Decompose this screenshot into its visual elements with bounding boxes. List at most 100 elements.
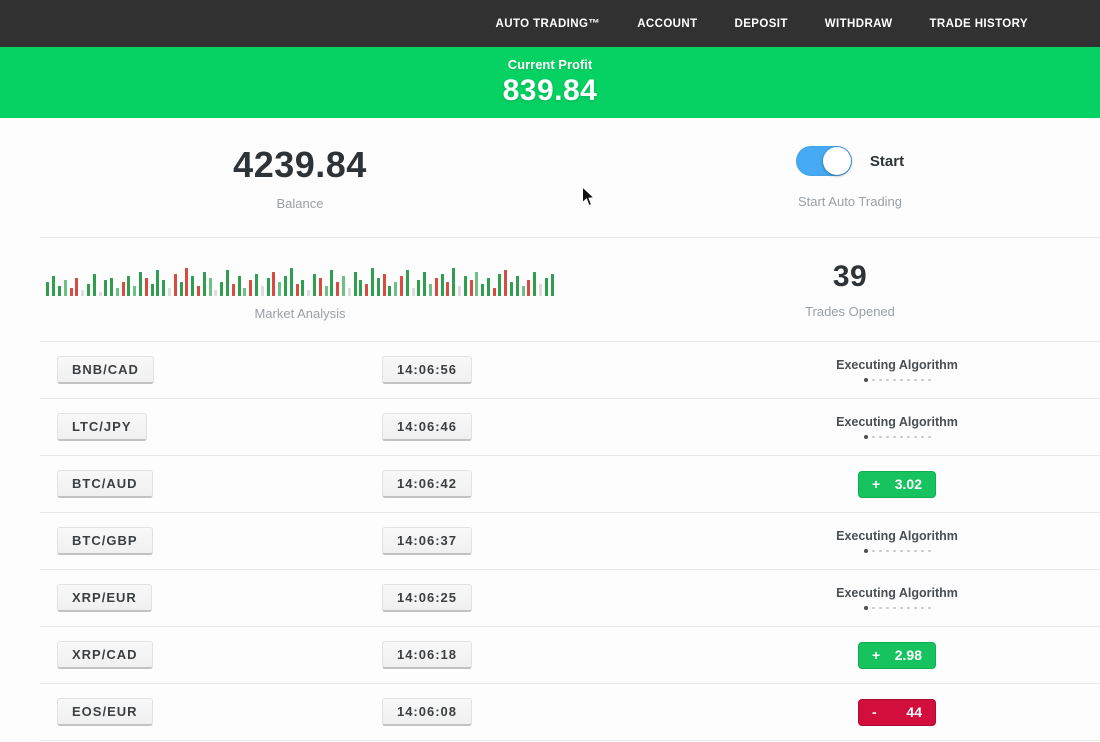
candle-bar [261, 286, 264, 296]
executing-algorithm-label: Executing Algorithm [836, 415, 958, 429]
market-analysis-label: Market Analysis [254, 306, 345, 321]
candle-bar [58, 286, 61, 296]
candle-bar [104, 280, 107, 296]
progress-dot [907, 607, 910, 610]
candle-bar [441, 274, 444, 296]
candle-bar [93, 274, 96, 296]
candle-bar [348, 288, 351, 296]
pair-button[interactable]: BTC/AUD [57, 470, 153, 498]
candle-bar [388, 286, 391, 296]
candle-bar [70, 288, 73, 296]
executing-algorithm-label: Executing Algorithm [836, 529, 958, 543]
balance-block: 4239.84 Balance [0, 144, 600, 211]
candle-bar [522, 286, 525, 296]
candle-bar [255, 274, 258, 296]
pair-button[interactable]: EOS/EUR [57, 698, 153, 726]
progress-dot [872, 607, 875, 610]
candle-bar [122, 282, 125, 296]
progress-dot [921, 607, 924, 610]
candle-bar [116, 288, 119, 296]
progress-dot [907, 379, 910, 382]
market-analysis-block: Market Analysis [0, 258, 600, 321]
progress-dot [921, 550, 924, 553]
candle-bar [446, 282, 449, 296]
candle-bar [406, 270, 409, 296]
candle-bar [371, 268, 374, 296]
progress-dot [914, 550, 917, 553]
candle-bar [278, 282, 281, 296]
candle-bar [162, 280, 165, 296]
progress-dot [921, 379, 924, 382]
trade-status: +3.02 [694, 471, 1100, 498]
candle-bar [527, 280, 530, 296]
pair-button[interactable]: BTC/GBP [57, 527, 153, 555]
auto-trading-toggle[interactable] [796, 146, 852, 176]
executing-progress-dots [864, 378, 931, 382]
candle-bar [307, 290, 310, 296]
time-button[interactable]: 14:06:37 [382, 527, 472, 555]
time-button[interactable]: 14:06:25 [382, 584, 472, 612]
progress-dot [928, 550, 931, 553]
time-button[interactable]: 14:06:42 [382, 470, 472, 498]
candle-bar [46, 282, 49, 296]
auto-trading-block: Start Start Auto Trading [600, 146, 1100, 209]
balance-value: 4239.84 [233, 144, 367, 186]
candle-bar [191, 276, 194, 296]
candle-bar [470, 280, 473, 296]
trades-table: BNB/CAD 14:06:56 Executing Algorithm LTC… [0, 342, 1100, 741]
trade-row: BTC/GBP 14:06:37 Executing Algorithm [0, 513, 1100, 569]
nav-item-auto-trading[interactable]: AUTO TRADING™ [496, 18, 601, 30]
pair-button[interactable]: LTC/JPY [57, 413, 147, 441]
candle-bar [487, 278, 490, 296]
nav-item-trade-history[interactable]: TRADE HISTORY [930, 18, 1029, 30]
candle-bar [145, 278, 148, 296]
pair-button[interactable]: XRP/EUR [57, 584, 152, 612]
time-button[interactable]: 14:06:18 [382, 641, 472, 669]
current-profit-value: 839.84 [503, 74, 598, 108]
trade-row: LTC/JPY 14:06:46 Executing Algorithm [0, 399, 1100, 455]
progress-dot [928, 379, 931, 382]
trades-opened-value: 39 [833, 260, 867, 294]
executing-progress-dots [864, 606, 931, 610]
candle-bar [209, 278, 212, 296]
row-divider [40, 740, 1100, 741]
pair-button[interactable]: BNB/CAD [57, 356, 154, 384]
nav-item-account[interactable]: ACCOUNT [637, 18, 697, 30]
badge-value: 2.98 [895, 647, 922, 663]
time-button[interactable]: 14:06:46 [382, 413, 472, 441]
candle-bar [75, 278, 78, 296]
progress-dot [886, 550, 889, 553]
candle-bar [52, 276, 55, 296]
progress-dot [928, 436, 931, 439]
trade-status: +2.98 [694, 642, 1100, 669]
candle-bar [539, 284, 542, 296]
progress-dot [886, 607, 889, 610]
executing-algorithm-label: Executing Algorithm [836, 586, 958, 600]
candle-bar [475, 272, 478, 296]
candle-bar [133, 286, 136, 296]
progress-dot [928, 607, 931, 610]
progress-dot [900, 436, 903, 439]
candle-bar [510, 282, 513, 296]
candle-bar [272, 272, 275, 296]
candle-bar [394, 282, 397, 296]
pair-button[interactable]: XRP/CAD [57, 641, 153, 669]
candle-bar [313, 274, 316, 296]
badge-sign: + [872, 476, 880, 492]
time-button[interactable]: 14:06:56 [382, 356, 472, 384]
candle-bar [226, 270, 229, 296]
current-profit-banner: Current Profit 839.84 [0, 47, 1100, 118]
candle-bar [139, 272, 142, 296]
progress-dot [886, 436, 889, 439]
executing-progress-dots [864, 549, 931, 553]
badge-value: 44 [906, 704, 922, 720]
candle-bar [423, 272, 426, 296]
stats-row-market: Market Analysis 39 Trades Opened [0, 238, 1100, 341]
candle-bar [417, 280, 420, 296]
nav-item-deposit[interactable]: DEPOSIT [735, 18, 788, 30]
candle-bar [296, 284, 299, 296]
nav-item-withdraw[interactable]: WITHDRAW [825, 18, 893, 30]
candle-bar [64, 280, 67, 296]
candle-bar [151, 284, 154, 296]
time-button[interactable]: 14:06:08 [382, 698, 472, 726]
